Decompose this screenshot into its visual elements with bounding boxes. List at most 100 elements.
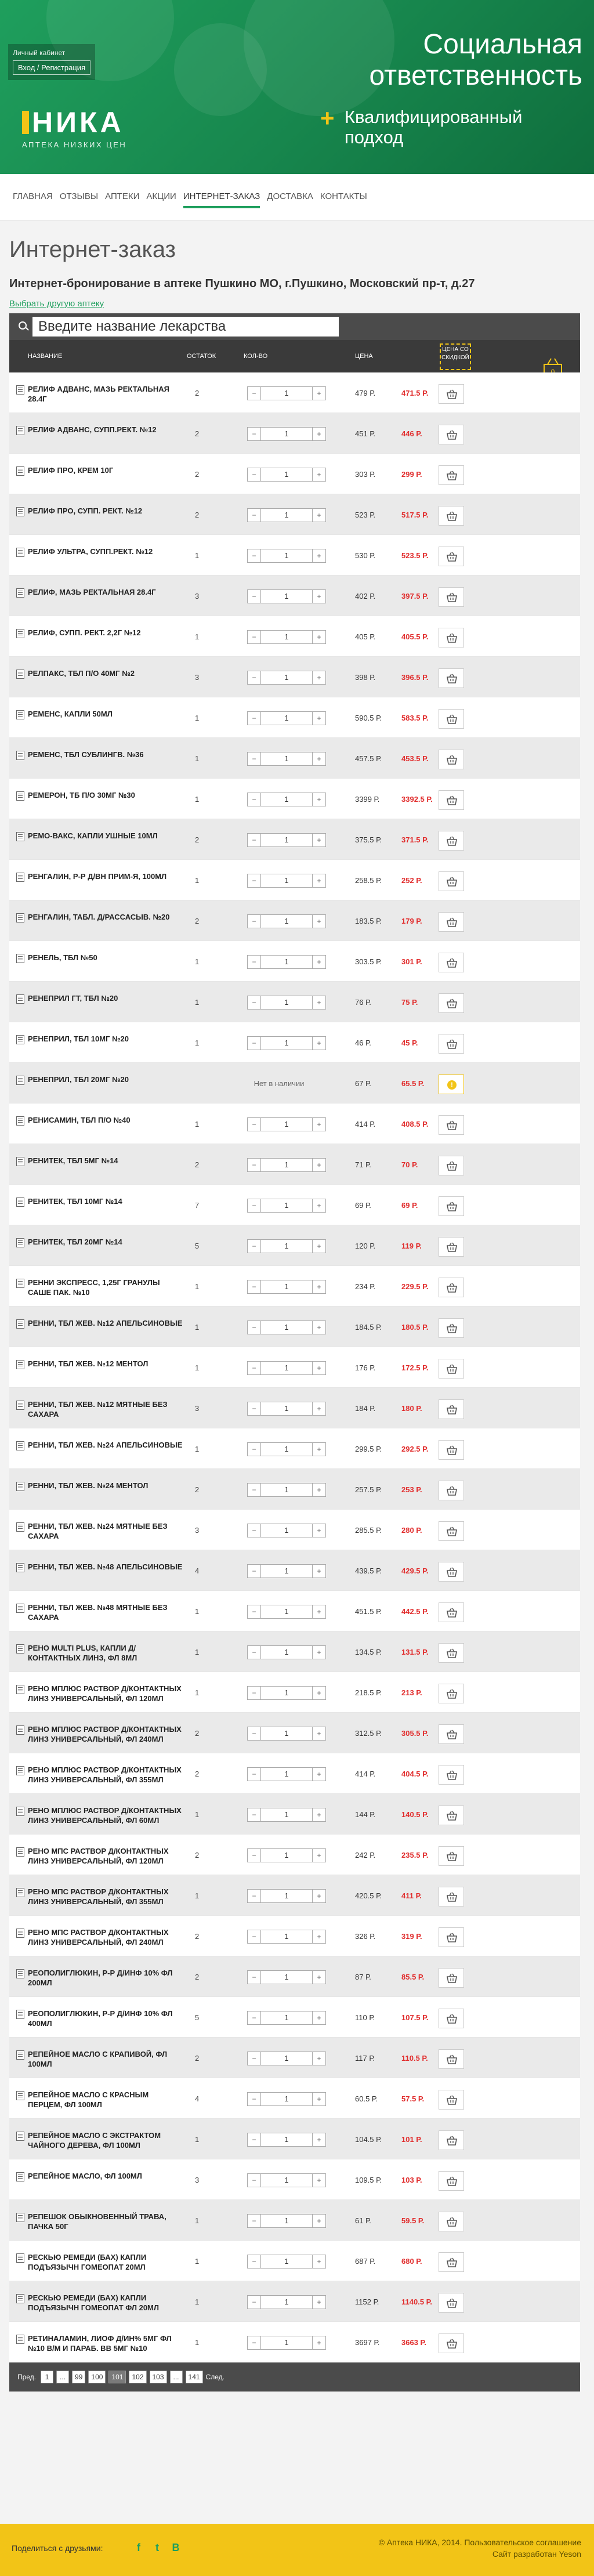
page-button[interactable]: 103 — [149, 2371, 167, 2383]
quantity-value[interactable]: 1 — [261, 1808, 312, 1822]
increase-button[interactable]: + — [312, 2011, 326, 2025]
add-to-cart-button[interactable] — [439, 871, 464, 891]
nav-item[interactable]: Аптеки — [105, 191, 139, 208]
product-name[interactable]: Ренитек, тбл 10мг №14 — [28, 1196, 184, 1206]
product-name[interactable]: Рено мпс раствор д/контактных линз униве… — [28, 1927, 184, 1947]
document-icon[interactable] — [16, 588, 24, 598]
product-name[interactable]: Рено мплюс раствор д/контактных линз уни… — [28, 1684, 184, 1703]
document-icon[interactable] — [16, 994, 24, 1004]
product-name[interactable]: Ренисамин, тбл п/о №40 — [28, 1115, 184, 1125]
decrease-button[interactable]: − — [247, 2092, 261, 2106]
decrease-button[interactable]: − — [247, 793, 261, 806]
increase-button[interactable]: + — [312, 1361, 326, 1375]
decrease-button[interactable]: − — [247, 1605, 261, 1619]
increase-button[interactable]: + — [312, 1564, 326, 1578]
add-to-cart-button[interactable] — [439, 993, 464, 1013]
decrease-button[interactable]: − — [247, 1280, 261, 1294]
quantity-value[interactable]: 1 — [261, 914, 312, 928]
document-icon[interactable] — [16, 1969, 24, 1978]
document-icon[interactable] — [16, 1035, 24, 1044]
decrease-button[interactable]: − — [247, 1117, 261, 1131]
decrease-button[interactable]: − — [247, 1727, 261, 1741]
quantity-value[interactable]: 1 — [261, 1036, 312, 1050]
quantity-value[interactable]: 1 — [261, 1442, 312, 1456]
product-name[interactable]: Репешок обыкновенный трава, пачка 50г — [28, 2212, 184, 2231]
increase-button[interactable]: + — [312, 1483, 326, 1497]
increase-button[interactable]: + — [312, 1402, 326, 1416]
add-to-cart-button[interactable] — [439, 1643, 464, 1663]
quantity-value[interactable]: 1 — [261, 2336, 312, 2350]
increase-button[interactable]: + — [312, 630, 326, 644]
decrease-button[interactable]: − — [247, 996, 261, 1010]
nav-item[interactable]: Главная — [13, 191, 53, 208]
product-name[interactable]: Ренни, тбл жев. №48 апельсиновые — [28, 1562, 184, 1572]
add-to-cart-button[interactable] — [439, 668, 464, 688]
quantity-value[interactable]: 1 — [261, 2052, 312, 2065]
decrease-button[interactable]: − — [247, 1199, 261, 1213]
decrease-button[interactable]: − — [247, 1524, 261, 1537]
quantity-value[interactable]: 1 — [261, 2011, 312, 2025]
add-to-cart-button[interactable] — [439, 384, 464, 404]
document-icon[interactable] — [16, 507, 24, 516]
decrease-button[interactable]: − — [247, 1564, 261, 1578]
product-name[interactable]: Ренеприл, тбл 20мг №20 — [28, 1074, 184, 1084]
product-name[interactable]: Ренни, тбл жев. №12 мятные без сахара — [28, 1399, 184, 1419]
facebook-icon[interactable]: f — [132, 2541, 145, 2554]
decrease-button[interactable]: − — [247, 2336, 261, 2350]
add-to-cart-button[interactable] — [439, 547, 464, 566]
product-name[interactable]: Релиф, супп. рект. 2,2г №12 — [28, 628, 184, 638]
product-name[interactable]: Релиф, мазь ректальная 28.4г — [28, 587, 184, 597]
quantity-value[interactable]: 1 — [261, 874, 312, 888]
quantity-value[interactable]: 1 — [261, 1402, 312, 1416]
decrease-button[interactable]: − — [247, 833, 261, 847]
add-to-cart-button[interactable] — [439, 1156, 464, 1175]
add-to-cart-button[interactable] — [439, 2049, 464, 2069]
product-name[interactable]: Релиф адванс, мазь ректальная 28.4г — [28, 384, 184, 404]
decrease-button[interactable]: − — [247, 1889, 261, 1903]
increase-button[interactable]: + — [312, 793, 326, 806]
increase-button[interactable]: + — [312, 874, 326, 888]
product-name[interactable]: Ренни, тбл жев. №24 ментол — [28, 1481, 184, 1490]
decrease-button[interactable]: − — [247, 549, 261, 563]
increase-button[interactable]: + — [312, 1605, 326, 1619]
page-button[interactable]: 102 — [129, 2371, 147, 2383]
increase-button[interactable]: + — [312, 833, 326, 847]
product-name[interactable]: Реополиглюкин, р-р д/инф 10% фл 200мл — [28, 1968, 184, 1988]
page-button[interactable]: 141 — [185, 2371, 203, 2383]
quantity-value[interactable]: 1 — [261, 1889, 312, 1903]
product-name[interactable]: Реополиглюкин, р-р д/инф 10% фл 400мл — [28, 2009, 184, 2028]
quantity-value[interactable]: 1 — [261, 1117, 312, 1131]
nav-item[interactable]: Отзывы — [60, 191, 98, 208]
change-pharmacy-link[interactable]: Выбрать другую аптеку — [9, 299, 104, 309]
decrease-button[interactable]: − — [247, 1442, 261, 1456]
increase-button[interactable]: + — [312, 1970, 326, 1984]
product-name[interactable]: Ренни, тбл жев. №12 ментол — [28, 1359, 184, 1369]
increase-button[interactable]: + — [312, 468, 326, 482]
add-to-cart-button[interactable] — [439, 1115, 464, 1135]
increase-button[interactable]: + — [312, 427, 326, 441]
quantity-value[interactable]: 1 — [261, 996, 312, 1010]
document-icon[interactable] — [16, 548, 24, 557]
document-icon[interactable] — [16, 1238, 24, 1247]
decrease-button[interactable]: − — [247, 508, 261, 522]
add-to-cart-button[interactable] — [439, 953, 464, 972]
decrease-button[interactable]: − — [247, 955, 261, 969]
quantity-value[interactable]: 1 — [261, 711, 312, 725]
document-icon[interactable] — [16, 2132, 24, 2141]
decrease-button[interactable]: − — [247, 752, 261, 766]
quantity-value[interactable]: 1 — [261, 589, 312, 603]
document-icon[interactable] — [16, 2050, 24, 2060]
add-to-cart-button[interactable] — [439, 465, 464, 485]
document-icon[interactable] — [16, 832, 24, 841]
quantity-value[interactable]: 1 — [261, 1930, 312, 1944]
document-icon[interactable] — [16, 670, 24, 679]
increase-button[interactable]: + — [312, 1808, 326, 1822]
quantity-value[interactable]: 1 — [261, 508, 312, 522]
document-icon[interactable] — [16, 1644, 24, 1654]
add-to-cart-button[interactable] — [439, 1806, 464, 1825]
increase-button[interactable]: + — [312, 2295, 326, 2309]
search-input[interactable] — [32, 317, 339, 337]
add-to-cart-button[interactable] — [439, 790, 464, 810]
increase-button[interactable]: + — [312, 1524, 326, 1537]
product-name[interactable]: Ременс, тбл сублингв. №36 — [28, 750, 184, 759]
